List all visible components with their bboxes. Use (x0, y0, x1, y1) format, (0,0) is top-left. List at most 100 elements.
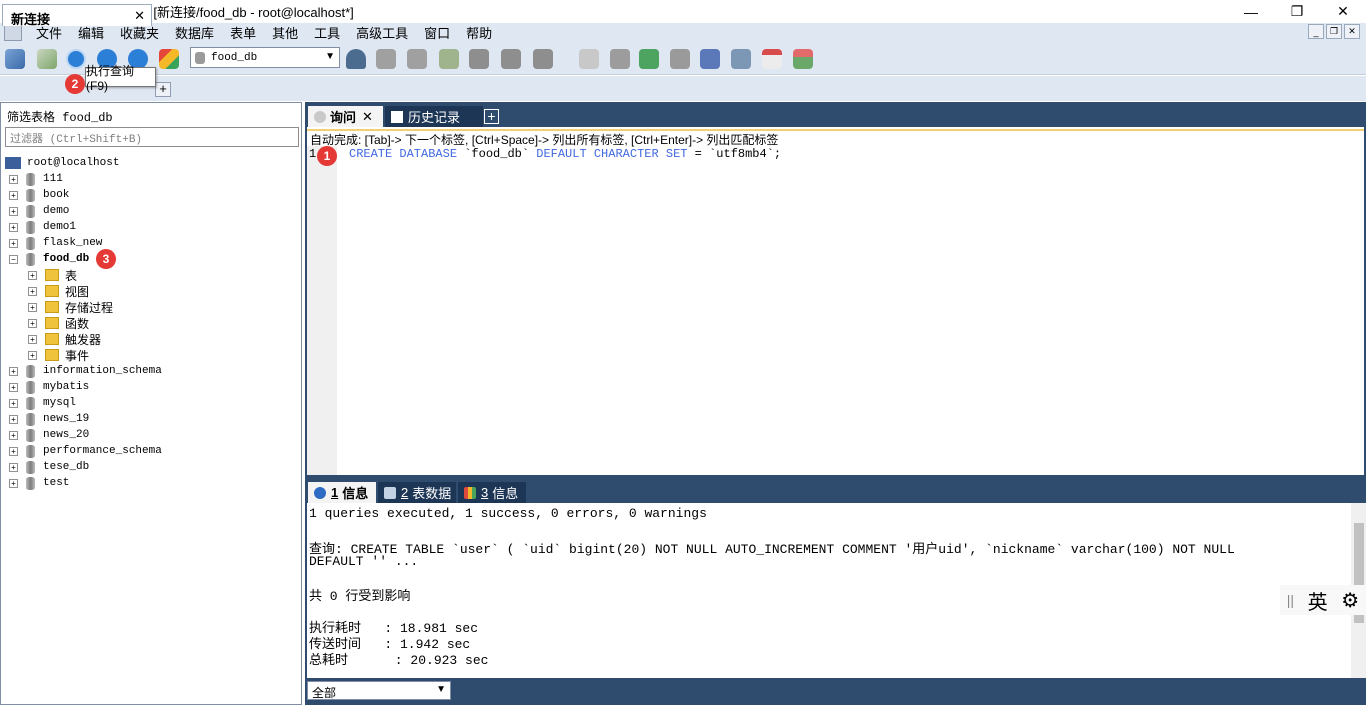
folder-icon (45, 317, 59, 329)
schema-designer-button[interactable] (576, 46, 602, 72)
tree-db-mybatis[interactable]: + mybatis (9, 379, 89, 395)
expand-icon[interactable]: + (9, 190, 18, 200)
tree-db-test[interactable]: + test (9, 475, 69, 491)
monitor-button[interactable] (728, 46, 754, 72)
add-connection-button[interactable]: + (155, 82, 171, 97)
expand-icon[interactable]: + (28, 286, 37, 296)
tree-db-book[interactable]: + book (9, 187, 69, 203)
expand-icon[interactable]: + (28, 318, 37, 328)
add-query-tab-button[interactable]: + (484, 109, 499, 124)
tree-folder-views[interactable]: + 视图 (28, 283, 89, 299)
expand-icon[interactable]: + (28, 350, 37, 360)
tab-messages[interactable]: 1 信息 (308, 482, 376, 503)
tree-folder-procedures[interactable]: + 存储过程 (28, 299, 113, 315)
tab-table-data[interactable]: 2 表数据 (378, 482, 456, 503)
expand-icon[interactable]: + (9, 174, 18, 184)
gear-icon[interactable]: ⚙ (1341, 588, 1359, 613)
database-select[interactable]: food_db ▼ (190, 47, 340, 68)
tree-db-mysql[interactable]: + mysql (9, 395, 76, 411)
expand-icon[interactable]: + (9, 222, 18, 232)
tree-folder-triggers[interactable]: + 触发器 (28, 331, 101, 347)
tree-folder-events[interactable]: + 事件 (28, 347, 89, 363)
expand-icon[interactable]: + (28, 302, 37, 312)
table-view-button[interactable] (498, 46, 524, 72)
expand-icon[interactable]: + (9, 206, 18, 216)
expand-icon[interactable]: + (9, 382, 18, 392)
close-button[interactable]: ✕ (1320, 0, 1366, 23)
compare-button[interactable] (636, 46, 662, 72)
expand-icon[interactable]: + (28, 270, 37, 280)
expand-icon[interactable]: + (9, 414, 18, 424)
chart-icon (464, 486, 476, 499)
connection-tab[interactable]: 新连接 ✕ (2, 4, 152, 27)
menu-window[interactable]: 窗口 (416, 23, 458, 42)
menu-help[interactable]: 帮助 (458, 23, 500, 42)
expand-icon[interactable]: + (9, 478, 18, 488)
close-icon[interactable]: ✕ (362, 109, 373, 125)
tree-db-information-schema[interactable]: + information_schema (9, 363, 162, 379)
tree-db-flask-new[interactable]: + flask_new (9, 235, 102, 251)
db-add-button[interactable] (373, 46, 399, 72)
sql-line[interactable]: CREATE DATABASE `food_db` DEFAULT CHARAC… (349, 147, 781, 161)
report-button[interactable] (759, 46, 785, 72)
calendar-icon (391, 110, 403, 123)
mdi-minimize-button[interactable]: _ (1308, 24, 1324, 39)
expand-icon[interactable]: + (9, 366, 18, 376)
database-icon (26, 428, 35, 442)
query-icon (37, 49, 57, 69)
tree-db-news-20[interactable]: + news_20 (9, 427, 89, 443)
mdi-restore-button[interactable]: ❐ (1326, 24, 1342, 39)
expand-icon[interactable]: + (9, 430, 18, 440)
result-filter-select[interactable]: 全部 ▼ (307, 681, 451, 700)
menu-table[interactable]: 表单 (222, 23, 264, 42)
results-total-time: 总耗时 : 20.923 sec (309, 653, 489, 668)
tree-db-news-19[interactable]: + news_19 (9, 411, 89, 427)
play-icon (66, 49, 86, 69)
tree-db-food-db[interactable]: − food_db (9, 251, 89, 267)
new-query-button[interactable] (34, 46, 60, 72)
sitemap-button[interactable] (790, 46, 816, 72)
new-connection-button[interactable] (2, 46, 28, 72)
shapes-button[interactable] (156, 46, 182, 72)
tree-db-performance-schema[interactable]: + performance_schema (9, 443, 162, 459)
scheduler-button[interactable] (697, 46, 723, 72)
expand-icon[interactable]: + (9, 238, 18, 248)
db-upload-button[interactable] (404, 46, 430, 72)
expand-icon[interactable]: + (9, 446, 18, 456)
minimize-button[interactable]: — (1228, 0, 1274, 23)
tree-db-demo[interactable]: + demo (9, 203, 69, 219)
query-editor[interactable]: 自动完成: [Tab]-> 下一个标签, [Ctrl+Space]-> 列出所有… (305, 127, 1366, 475)
tab-query[interactable]: 询问 ✕ (308, 106, 383, 127)
ime-indicator[interactable]: || 英 ⚙ (1280, 585, 1366, 615)
mdi-close-button[interactable]: ✕ (1344, 24, 1360, 39)
expand-icon[interactable]: + (9, 462, 18, 472)
menu-other[interactable]: 其他 (264, 23, 306, 42)
tree-db-111[interactable]: +111 (9, 171, 63, 187)
tree-folder-tables[interactable]: + 表 (28, 267, 77, 283)
maximize-button[interactable]: ❐ (1274, 0, 1320, 23)
filter-input[interactable]: 过滤器 (Ctrl+Shift+B) (5, 127, 299, 147)
tree-db-demo1[interactable]: + demo1 (9, 219, 76, 235)
expand-icon[interactable]: + (28, 334, 37, 344)
table-copy-button[interactable] (530, 46, 556, 72)
collapse-icon[interactable]: − (9, 254, 18, 264)
tree-root[interactable]: root@localhost (5, 155, 119, 171)
database-select-value: food_db (211, 51, 258, 64)
tab-history[interactable]: 历史记录 (385, 106, 483, 127)
ime-language[interactable]: 英 (1308, 586, 1328, 615)
menu-advanced-tools[interactable]: 高级工具 (348, 23, 416, 42)
table-export-button[interactable] (466, 46, 492, 72)
tree-db-tese-db[interactable]: + tese_db (9, 459, 89, 475)
tree-folder-functions[interactable]: + 函数 (28, 315, 89, 331)
ime-drag-handle[interactable]: || (1287, 592, 1294, 608)
close-icon[interactable]: ✕ (134, 8, 145, 24)
tab-info[interactable]: 3 信息 (458, 482, 526, 503)
expand-icon[interactable]: + (9, 398, 18, 408)
user-manager-button[interactable] (343, 46, 369, 72)
folder-icon (45, 269, 59, 281)
backup-button[interactable] (607, 46, 633, 72)
db-sync-button[interactable] (436, 46, 462, 72)
import-button[interactable] (667, 46, 693, 72)
menu-database[interactable]: 数据库 (167, 23, 222, 42)
menu-tools[interactable]: 工具 (306, 23, 348, 42)
